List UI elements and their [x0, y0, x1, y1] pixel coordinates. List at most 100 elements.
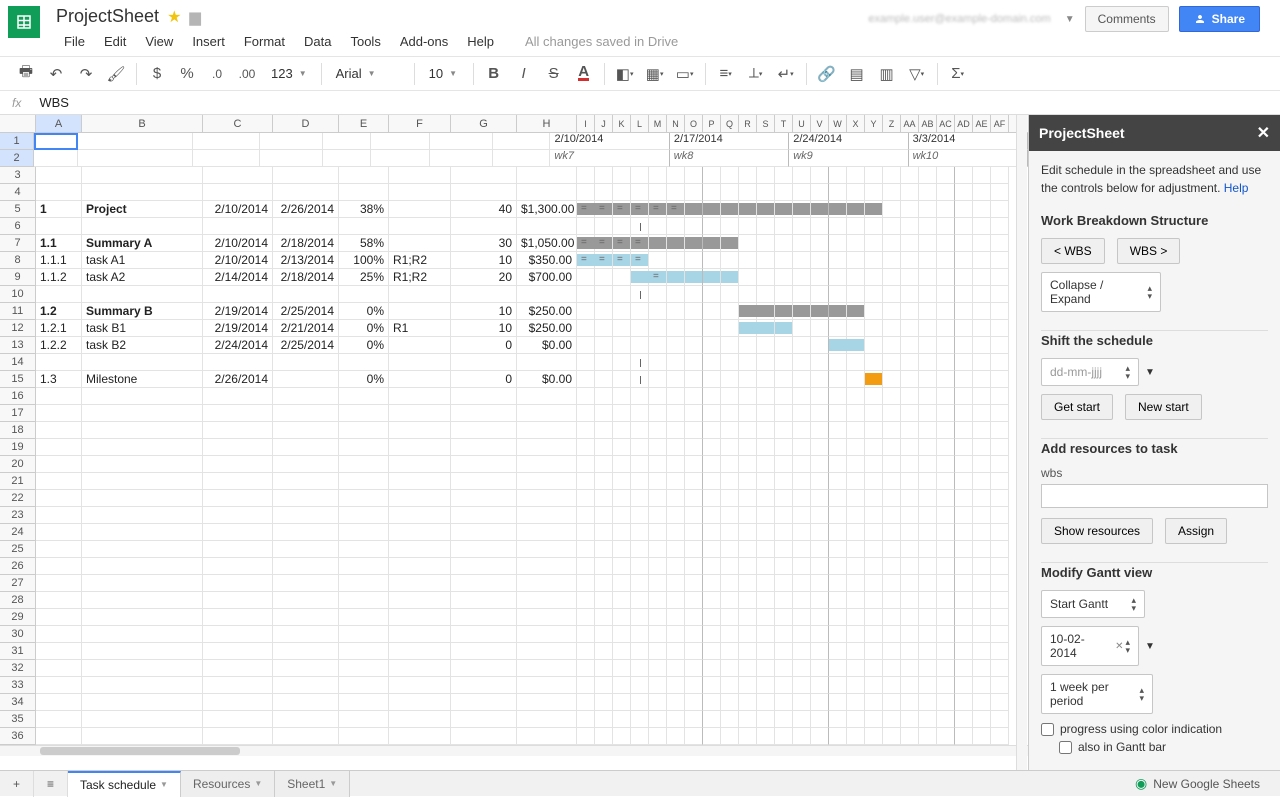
gantt-cell[interactable]: [775, 728, 793, 745]
gantt-cell[interactable]: [667, 473, 685, 490]
gantt-cell[interactable]: [829, 694, 847, 711]
gantt-cell[interactable]: [721, 218, 739, 235]
gantt-cell[interactable]: [973, 388, 991, 405]
gantt-cell[interactable]: [955, 677, 973, 694]
gantt-cell[interactable]: [865, 456, 883, 473]
gantt-cell[interactable]: [577, 677, 595, 694]
gantt-cell[interactable]: [847, 507, 865, 524]
account-email[interactable]: example.user@example-domain.com: [868, 13, 1050, 25]
timeline-cell[interactable]: wk10: [909, 150, 1028, 167]
fill-color-icon[interactable]: ◧▾: [611, 60, 639, 88]
cell-C30[interactable]: [203, 626, 273, 643]
cell-F33[interactable]: [389, 677, 451, 694]
gantt-cell[interactable]: [847, 201, 865, 218]
gantt-cell[interactable]: [937, 218, 955, 235]
gantt-cell[interactable]: [973, 490, 991, 507]
gantt-cell[interactable]: [595, 456, 613, 473]
gantt-cell[interactable]: [865, 167, 883, 184]
gantt-cell[interactable]: [865, 286, 883, 303]
gantt-cell[interactable]: [811, 286, 829, 303]
gantt-cell[interactable]: [631, 303, 649, 320]
gantt-cell[interactable]: [811, 473, 829, 490]
gantt-cell[interactable]: [667, 490, 685, 507]
cell-D33[interactable]: [273, 677, 339, 694]
cell-C31[interactable]: [203, 643, 273, 660]
gantt-cell[interactable]: [613, 643, 631, 660]
cell-D36[interactable]: [273, 728, 339, 745]
gantt-cell[interactable]: [919, 490, 937, 507]
borders-icon[interactable]: ▦▾: [641, 60, 669, 88]
formula-bar[interactable]: fx WBS: [0, 91, 1280, 115]
gantt-cell[interactable]: [577, 439, 595, 456]
gantt-cell[interactable]: [649, 167, 667, 184]
gantt-cell[interactable]: [631, 354, 649, 371]
gantt-cell[interactable]: [829, 609, 847, 626]
gantt-cell[interactable]: [919, 337, 937, 354]
gantt-cell[interactable]: [577, 388, 595, 405]
gantt-cell[interactable]: [685, 456, 703, 473]
document-title[interactable]: ProjectSheet: [56, 6, 159, 27]
gantt-cell[interactable]: [667, 337, 685, 354]
gantt-cell[interactable]: [865, 405, 883, 422]
italic-icon[interactable]: I: [510, 60, 538, 88]
gantt-cell[interactable]: [631, 728, 649, 745]
gantt-cell[interactable]: [757, 558, 775, 575]
gantt-cell[interactable]: [829, 575, 847, 592]
sheets-logo[interactable]: [8, 6, 40, 38]
gantt-cell[interactable]: [937, 728, 955, 745]
gantt-cell[interactable]: [991, 388, 1009, 405]
cell-D28[interactable]: [273, 592, 339, 609]
horizontal-scrollbar[interactable]: [0, 745, 1028, 756]
cell-H33[interactable]: [517, 677, 577, 694]
gantt-cell[interactable]: [811, 439, 829, 456]
gantt-cell[interactable]: [775, 507, 793, 524]
gantt-cell[interactable]: [811, 201, 829, 218]
col-header-M[interactable]: M: [649, 115, 667, 132]
gantt-cell[interactable]: [937, 371, 955, 388]
gantt-cell[interactable]: [955, 269, 973, 286]
row-header-15[interactable]: 15: [0, 371, 36, 388]
gantt-cell[interactable]: [703, 490, 721, 507]
gantt-cell[interactable]: [649, 252, 667, 269]
col-header-D[interactable]: D: [273, 115, 339, 132]
gantt-cell[interactable]: [865, 609, 883, 626]
gantt-cell[interactable]: [667, 456, 685, 473]
gantt-cell[interactable]: [919, 201, 937, 218]
gantt-cell[interactable]: [847, 473, 865, 490]
cell-C25[interactable]: [203, 541, 273, 558]
gantt-cell[interactable]: [739, 694, 757, 711]
gantt-cell[interactable]: [703, 167, 721, 184]
gantt-cell[interactable]: [973, 218, 991, 235]
gantt-cell[interactable]: [955, 711, 973, 728]
cell-B30[interactable]: [82, 626, 203, 643]
menu-file[interactable]: File: [56, 31, 93, 52]
cell-A17[interactable]: [36, 405, 82, 422]
gantt-cell[interactable]: [847, 524, 865, 541]
header-cell[interactable]: [323, 133, 371, 150]
gantt-cell[interactable]: [955, 422, 973, 439]
gantt-cell[interactable]: [955, 371, 973, 388]
gantt-cell[interactable]: [613, 711, 631, 728]
gantt-cell[interactable]: [613, 626, 631, 643]
gantt-cell[interactable]: [865, 592, 883, 609]
gantt-cell[interactable]: [685, 507, 703, 524]
gantt-cell[interactable]: [829, 439, 847, 456]
gantt-cell[interactable]: [919, 456, 937, 473]
gantt-cell[interactable]: [919, 252, 937, 269]
gantt-cell[interactable]: [793, 388, 811, 405]
gantt-cell[interactable]: [973, 167, 991, 184]
gantt-cell[interactable]: [577, 303, 595, 320]
cell-E16[interactable]: [339, 388, 389, 405]
cell-H5[interactable]: $1,300.00: [517, 201, 577, 218]
gantt-cell[interactable]: [685, 184, 703, 201]
header-cell[interactable]: Resources: [371, 150, 430, 167]
gantt-cell[interactable]: [883, 167, 901, 184]
gantt-cell[interactable]: [631, 422, 649, 439]
cell-F14[interactable]: [389, 354, 451, 371]
cell-F15[interactable]: [389, 371, 451, 388]
gantt-cell[interactable]: [829, 677, 847, 694]
gantt-cell[interactable]: [793, 371, 811, 388]
gantt-cell[interactable]: [883, 201, 901, 218]
gantt-cell[interactable]: [739, 303, 757, 320]
gantt-cell[interactable]: [739, 473, 757, 490]
